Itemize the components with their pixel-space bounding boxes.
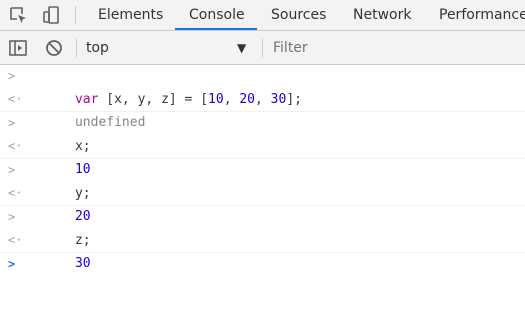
result-arrow-icon: <· xyxy=(8,186,23,200)
console-output-line[interactable]: <· 20 xyxy=(0,182,525,224)
context-selector[interactable]: top xyxy=(86,37,254,59)
console-output-line[interactable]: <· 10 xyxy=(0,135,525,177)
tabbar-divider xyxy=(75,6,76,24)
console-entry: > y; <· 20 xyxy=(0,159,525,224)
console-toolbar: top ▼ xyxy=(0,31,525,65)
active-tab-indicator xyxy=(175,28,257,30)
console-output-line[interactable]: <· 30 xyxy=(0,229,525,271)
inspect-element-icon[interactable] xyxy=(7,4,29,26)
clear-console-icon[interactable] xyxy=(44,38,64,58)
tab-console[interactable]: Console xyxy=(189,0,245,30)
tab-elements[interactable]: Elements xyxy=(98,0,163,30)
console-messages: > var [x, y, z] = [10, 20, 30]; <· undefin… xyxy=(0,65,525,276)
chevron-right-icon: > xyxy=(8,210,16,224)
chevron-right-icon: > xyxy=(8,116,16,130)
show-sidebar-icon[interactable] xyxy=(8,38,28,58)
tab-sources[interactable]: Sources xyxy=(271,0,326,30)
chevron-down-icon[interactable]: ▼ xyxy=(237,37,246,59)
tab-network[interactable]: Network xyxy=(353,0,411,30)
toolbar-divider xyxy=(76,39,77,57)
console-prompt[interactable]: > xyxy=(0,253,525,276)
tab-performance[interactable]: Performance xyxy=(439,0,525,30)
prompt-chevron-icon: > xyxy=(8,257,16,271)
result-arrow-icon: <· xyxy=(8,139,23,153)
console-input-line[interactable]: > y; xyxy=(0,159,525,201)
console-input-line[interactable]: > var [x, y, z] = [10, 20, 30]; xyxy=(0,65,525,107)
console-input-line[interactable]: > z; xyxy=(0,206,525,248)
console-input-line[interactable]: > x; xyxy=(0,112,525,154)
result-arrow-icon: <· xyxy=(8,92,23,106)
console-entry: > x; <· 10 xyxy=(0,112,525,177)
chevron-right-icon: > xyxy=(8,163,16,177)
device-toolbar-icon[interactable] xyxy=(40,4,62,26)
console-entry: > var [x, y, z] = [10, 20, 30]; <· undefin… xyxy=(0,65,525,130)
console-output-line[interactable]: <· undefined xyxy=(0,88,525,130)
devtools-tabbar: Elements Console Sources Network Perform… xyxy=(0,0,525,31)
toolbar-divider xyxy=(262,39,263,57)
chevron-right-icon: > xyxy=(8,69,16,83)
console-entry: > z; <· 30 xyxy=(0,206,525,271)
result-arrow-icon: <· xyxy=(8,233,23,247)
filter-input[interactable] xyxy=(273,37,513,59)
